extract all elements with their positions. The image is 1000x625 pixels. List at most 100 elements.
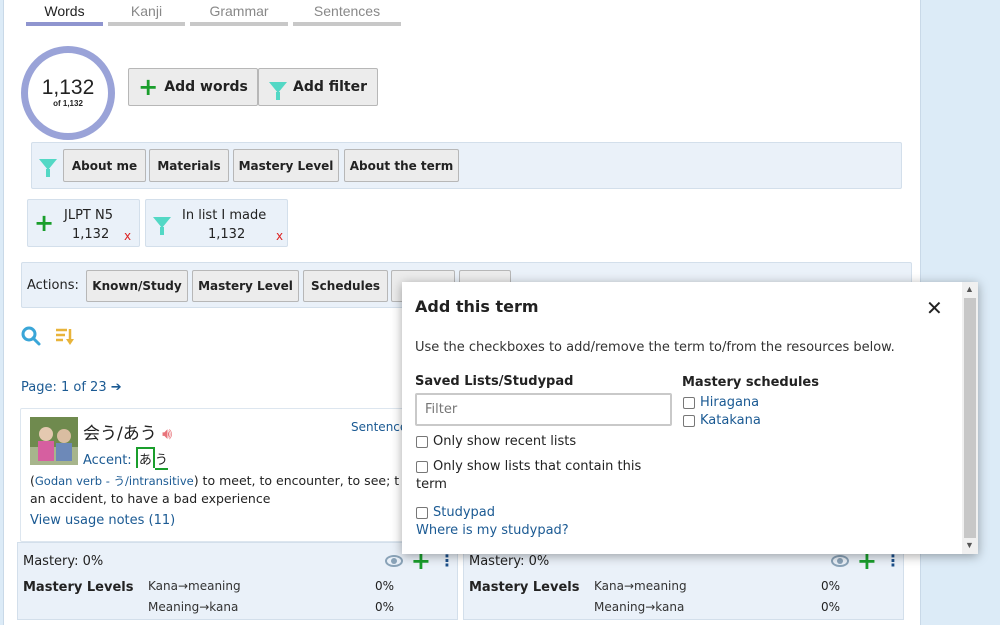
close-icon[interactable]: ✕ bbox=[926, 296, 943, 320]
add-words-label: Add words bbox=[164, 79, 248, 95]
sentence-link[interactable]: Sentence bbox=[351, 420, 407, 434]
remove-chip-icon[interactable]: x bbox=[124, 229, 131, 243]
hiragana-checkbox[interactable] bbox=[683, 396, 695, 409]
funnel-icon bbox=[153, 217, 171, 235]
recent-lists-option[interactable]: Only show recent lists bbox=[416, 434, 576, 449]
mastery-row-percent: 0% bbox=[820, 579, 840, 593]
meaning-text: ) to meet, to encounter, to see; t bbox=[193, 473, 400, 488]
part-of-speech: Godan verb - う/intransitive bbox=[34, 474, 194, 488]
eye-icon[interactable] bbox=[384, 555, 403, 567]
where-studypad-link[interactable]: Where is my studypad? bbox=[416, 523, 569, 538]
tab-sentences[interactable]: Sentences bbox=[293, 3, 401, 26]
tab-words[interactable]: Words bbox=[26, 3, 103, 26]
saved-lists-heading: Saved Lists/Studypad bbox=[415, 374, 574, 389]
word-count-ring: 1,132 of 1,132 bbox=[21, 46, 115, 140]
known-study-button[interactable]: Known/Study bbox=[86, 270, 188, 302]
schedule-option-katakana[interactable]: Katakana bbox=[683, 413, 761, 428]
filter-chip-jlpt[interactable]: + JLPT N5 1,132 x bbox=[27, 199, 140, 247]
sort-icon[interactable] bbox=[54, 326, 76, 346]
add-filter-label: Add filter bbox=[292, 79, 368, 95]
mastery-row-label: Meaning→kana bbox=[148, 600, 239, 614]
chip-count: 1,132 bbox=[208, 227, 246, 242]
chip-count: 1,132 bbox=[72, 227, 110, 242]
filter-chip-in-list[interactable]: In list I made 1,132 x bbox=[145, 199, 288, 247]
contain-term-checkbox[interactable] bbox=[416, 460, 428, 473]
meaning-text-cont: an accident, to have a bad experience bbox=[30, 491, 271, 506]
mastery-row-label: Kana→meaning bbox=[594, 579, 687, 593]
more-menu-icon[interactable]: ⋮ bbox=[439, 553, 455, 569]
add-term-icon[interactable]: + bbox=[857, 549, 877, 573]
schedule-label: Katakana bbox=[700, 413, 761, 428]
schedules-button[interactable]: Schedules bbox=[303, 270, 388, 302]
mastery-row-percent: 0% bbox=[374, 579, 394, 593]
scroll-down-icon[interactable]: ▼ bbox=[965, 540, 974, 550]
word-count: 1,132 bbox=[41, 76, 95, 99]
search-icon[interactable] bbox=[20, 325, 42, 347]
mastery-levels-label: Mastery Levels bbox=[469, 580, 580, 595]
scroll-up-icon[interactable]: ▲ bbox=[965, 284, 974, 294]
tab-grammar[interactable]: Grammar bbox=[190, 3, 288, 26]
usage-notes-link[interactable]: View usage notes (11) bbox=[30, 513, 175, 528]
word-illustration-image bbox=[30, 417, 78, 465]
accent-kana-low: う bbox=[154, 453, 168, 470]
dialog-scrollbar[interactable]: ▲ ▼ bbox=[962, 282, 978, 554]
mastery-row-percent: 0% bbox=[820, 600, 840, 614]
contain-term-label-cont: term bbox=[416, 477, 447, 492]
filter-input[interactable] bbox=[415, 393, 672, 426]
mastery-row-label: Meaning→kana bbox=[594, 600, 685, 614]
chip-label: In list I made bbox=[182, 208, 267, 223]
mastery-row-percent: 0% bbox=[374, 600, 394, 614]
eye-icon[interactable] bbox=[830, 555, 849, 567]
word-total: of 1,132 bbox=[53, 99, 83, 108]
add-term-dialog: Add this term ✕ Use the checkboxes to ad… bbox=[402, 282, 978, 554]
dialog-description: Use the checkboxes to add/remove the ter… bbox=[415, 340, 895, 355]
mastery-levels-label: Mastery Levels bbox=[23, 580, 134, 595]
accent-label: Accent: bbox=[83, 453, 132, 468]
more-menu-icon[interactable]: ⋮ bbox=[885, 553, 901, 569]
contain-term-option[interactable]: Only show lists that contain this bbox=[416, 459, 641, 474]
audio-speaker-icon[interactable]: 🔊︎ bbox=[162, 424, 172, 443]
mastery-title: Mastery: 0% bbox=[23, 554, 104, 569]
plus-icon: + bbox=[34, 209, 55, 237]
contain-term-label: Only show lists that contain this bbox=[433, 459, 642, 474]
chip-label: JLPT N5 bbox=[64, 208, 113, 223]
add-filter-button[interactable]: Add filter bbox=[258, 68, 378, 106]
tab-kanji[interactable]: Kanji bbox=[108, 3, 185, 26]
schedule-option-hiragana[interactable]: Hiragana bbox=[683, 395, 759, 410]
word-card: 会う/あう 🔊︎ Sentence Accent: あう (Godan verb… bbox=[20, 408, 462, 542]
recent-lists-checkbox[interactable] bbox=[416, 435, 428, 448]
actions-label: Actions: bbox=[27, 278, 79, 293]
filter-mastery-level-button[interactable]: Mastery Level bbox=[233, 149, 339, 182]
filter-category-bar: About me Materials Mastery Level About t… bbox=[31, 142, 902, 189]
filter-about-term-button[interactable]: About the term bbox=[344, 149, 459, 182]
studypad-option[interactable]: Studypad bbox=[416, 505, 495, 520]
term-text: 会う/あう bbox=[83, 424, 157, 444]
page-info: Page: 1 of 23 ➔ bbox=[21, 380, 122, 395]
filter-about-me-button[interactable]: About me bbox=[63, 149, 146, 182]
page-info-text: Page: 1 of 23 bbox=[21, 380, 107, 395]
katakana-checkbox[interactable] bbox=[683, 414, 695, 427]
add-words-button[interactable]: + Add words bbox=[128, 68, 258, 106]
next-page-icon[interactable]: ➔ bbox=[111, 380, 122, 395]
tab-bar: Words Kanji Grammar Sentences bbox=[26, 3, 401, 26]
mastery-panel: Mastery: 0% Mastery Levels Kana→meaning … bbox=[17, 542, 458, 620]
funnel-icon bbox=[268, 81, 287, 100]
studypad-label: Studypad bbox=[433, 505, 496, 520]
add-term-icon[interactable]: + bbox=[411, 549, 431, 573]
studypad-checkbox[interactable] bbox=[416, 506, 428, 519]
mastery-row-label: Kana→meaning bbox=[148, 579, 241, 593]
accent-kana-high: あ bbox=[135, 447, 155, 468]
mastery-title: Mastery: 0% bbox=[469, 554, 550, 569]
dialog-title: Add this term bbox=[415, 297, 539, 316]
recent-lists-label: Only show recent lists bbox=[433, 434, 577, 449]
schedule-label: Hiragana bbox=[700, 395, 760, 410]
mastery-schedules-heading: Mastery schedules bbox=[682, 375, 819, 390]
filter-materials-button[interactable]: Materials bbox=[149, 149, 229, 182]
mastery-actions: + ⋮ bbox=[384, 549, 455, 573]
scrollbar-thumb[interactable] bbox=[964, 298, 976, 538]
funnel-icon bbox=[39, 159, 57, 177]
remove-chip-icon[interactable]: x bbox=[276, 229, 283, 243]
mastery-actions: + ⋮ bbox=[830, 549, 901, 573]
mastery-level-button[interactable]: Mastery Level bbox=[192, 270, 299, 302]
plus-icon: + bbox=[138, 73, 159, 101]
